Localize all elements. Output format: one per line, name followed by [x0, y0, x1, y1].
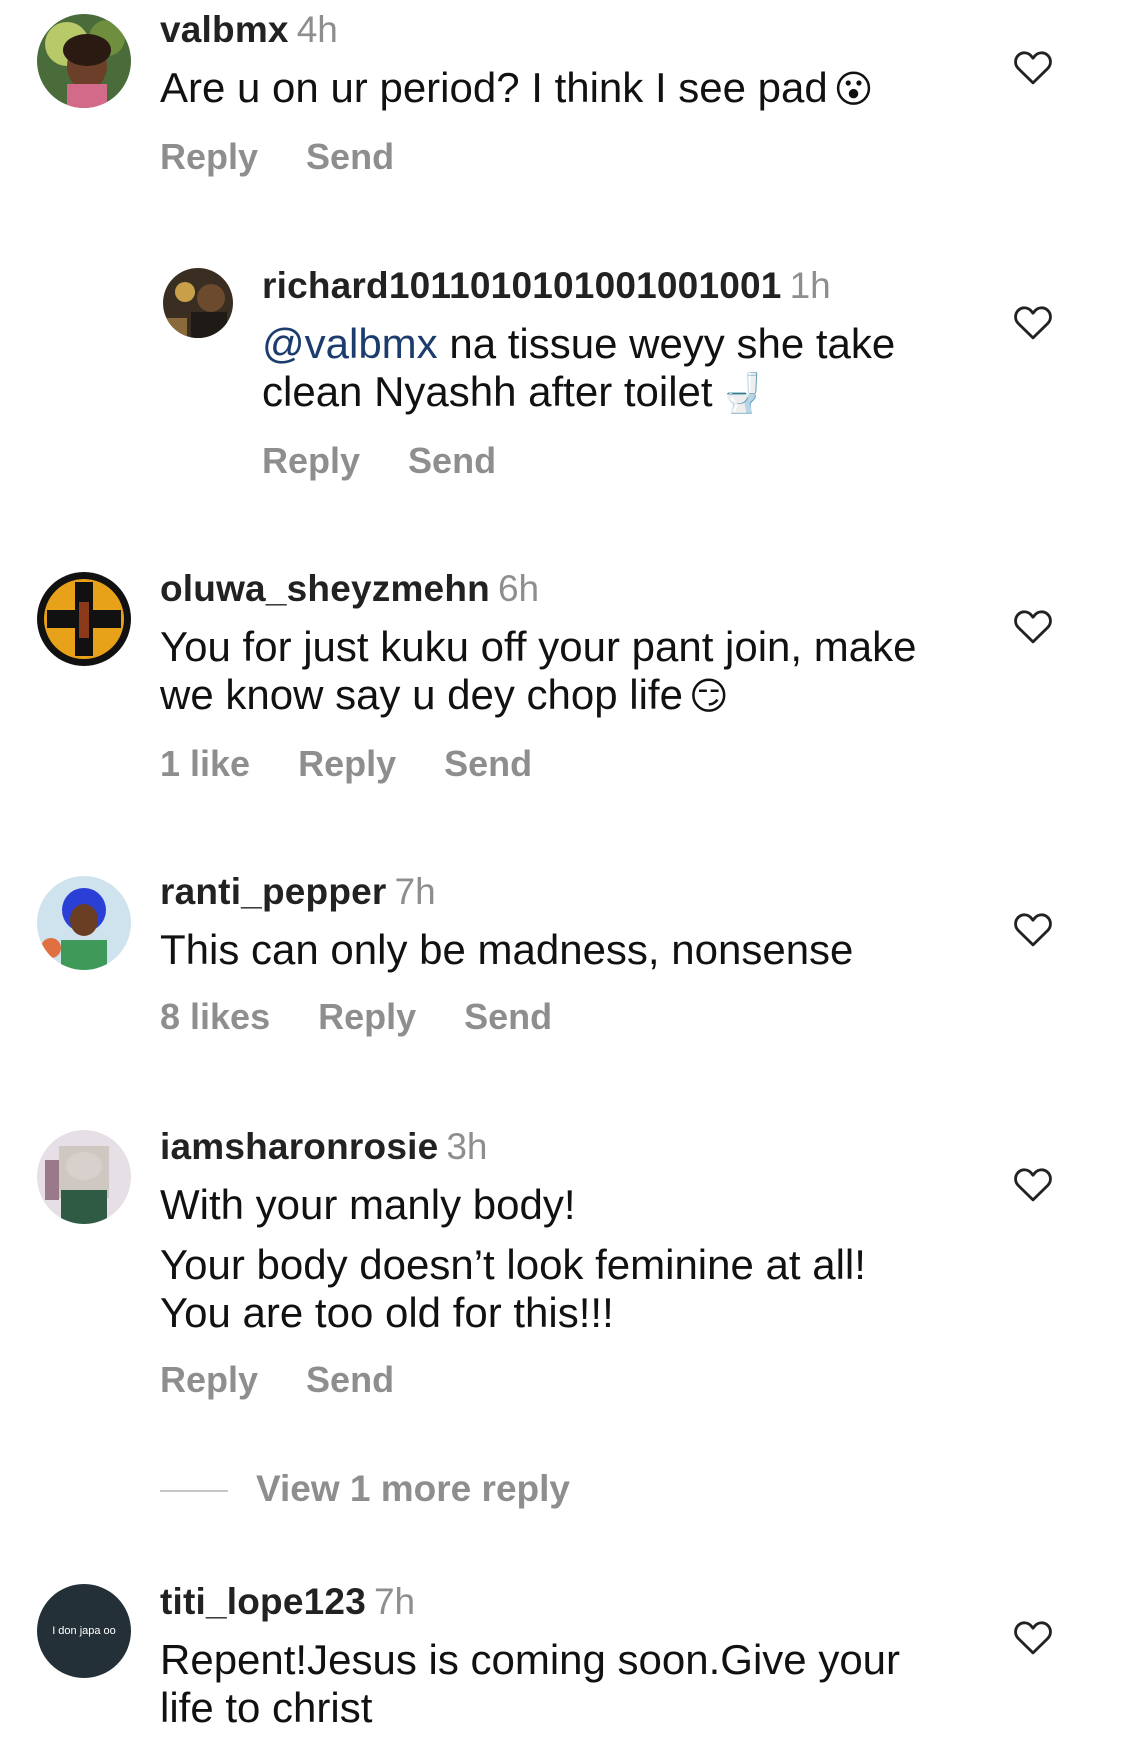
- avatar[interactable]: [37, 876, 131, 970]
- avatar-image: [37, 1130, 131, 1224]
- username[interactable]: ranti_pepper: [160, 871, 387, 912]
- reply-button[interactable]: Reply: [160, 1359, 258, 1400]
- comment-line: we know say u dey chop life: [160, 671, 683, 718]
- send-button[interactable]: Send: [306, 136, 394, 177]
- avatar[interactable]: [37, 14, 131, 108]
- astonished-face-emoji: 😮: [833, 69, 874, 111]
- timestamp: 3h: [446, 1126, 488, 1167]
- send-button[interactable]: Send: [444, 743, 532, 784]
- comment-line: Are u on ur period? I think I see pad: [160, 64, 828, 111]
- avatar-caption: I don japa oo: [52, 1625, 116, 1637]
- mention-link[interactable]: @valbmx: [262, 320, 438, 367]
- avatar-image: [37, 14, 131, 108]
- comment-line: Repent!Jesus is coming soon.Give your: [160, 1636, 901, 1683]
- reply-button[interactable]: Reply: [318, 996, 416, 1037]
- avatar[interactable]: [37, 1130, 131, 1224]
- divider-line: [160, 1490, 228, 1493]
- comment-text: You for just kuku off your pant join, ma…: [160, 623, 1000, 721]
- comment-line: na tissue weyy she take: [437, 320, 896, 367]
- comment-line: clean Nyashh after toilet: [262, 368, 713, 415]
- avatar[interactable]: I don japa oo: [37, 1584, 131, 1678]
- send-button[interactable]: Send: [408, 440, 496, 481]
- avatar-image: [37, 572, 131, 666]
- timestamp: 4h: [296, 9, 338, 50]
- comment-line: You are too old for this!!!: [160, 1289, 614, 1336]
- username[interactable]: oluwa_sheyzmehn: [160, 568, 490, 609]
- view-more-replies-label: View 1 more reply: [256, 1468, 570, 1509]
- comment-text: Repent!Jesus is coming soon.Give your li…: [160, 1636, 980, 1732]
- comment-line: This can only be madness, nonsense: [160, 926, 854, 973]
- timestamp: 6h: [497, 568, 540, 609]
- comment-line: With your manly body!: [160, 1181, 576, 1228]
- username[interactable]: valbmx: [160, 9, 289, 50]
- heart-outline-icon[interactable]: [1013, 48, 1053, 86]
- comment-text: This can only be madness, nonsense: [160, 926, 980, 974]
- heart-outline-icon[interactable]: [1013, 1165, 1053, 1203]
- comment-text: With your manly body! Your body doesn’t …: [160, 1181, 980, 1337]
- likes-count[interactable]: 8 likes: [160, 996, 270, 1037]
- likes-count[interactable]: 1 like: [160, 743, 250, 784]
- send-button[interactable]: Send: [306, 1359, 394, 1400]
- send-button[interactable]: Send: [464, 996, 552, 1037]
- toilet-emoji: 🚽: [718, 373, 766, 415]
- comment-text: Are u on ur period? I think I see pad 😮: [160, 64, 980, 114]
- avatar-image: [37, 876, 131, 970]
- username[interactable]: titi_lope123: [160, 1581, 366, 1622]
- comment-line: You for just kuku off your pant join, ma…: [160, 623, 917, 670]
- view-more-replies-button[interactable]: View 1 more reply: [160, 1468, 570, 1510]
- reply-button[interactable]: Reply: [298, 743, 396, 784]
- avatar[interactable]: [37, 572, 131, 666]
- heart-outline-icon[interactable]: [1013, 607, 1053, 645]
- reply-button[interactable]: Reply: [160, 136, 258, 177]
- timestamp: 1h: [789, 265, 831, 306]
- username[interactable]: richard1011010101001001001: [262, 265, 782, 306]
- comment-line: life to christ: [160, 1684, 373, 1731]
- heart-outline-icon[interactable]: [1013, 910, 1053, 948]
- heart-outline-icon[interactable]: [1013, 1618, 1053, 1656]
- avatar[interactable]: [163, 268, 233, 338]
- reply-button[interactable]: Reply: [262, 440, 360, 481]
- smirking-face-emoji: 😏: [688, 676, 729, 718]
- comment-text: @valbmx na tissue weyy she take clean Ny…: [262, 320, 962, 418]
- timestamp: 7h: [373, 1581, 416, 1622]
- comment-line: Your body doesn’t look feminine at all!: [160, 1241, 866, 1288]
- heart-outline-icon[interactable]: [1013, 303, 1053, 341]
- avatar-image: [163, 268, 233, 338]
- timestamp: 7h: [394, 871, 436, 912]
- username[interactable]: iamsharonrosie: [160, 1126, 438, 1167]
